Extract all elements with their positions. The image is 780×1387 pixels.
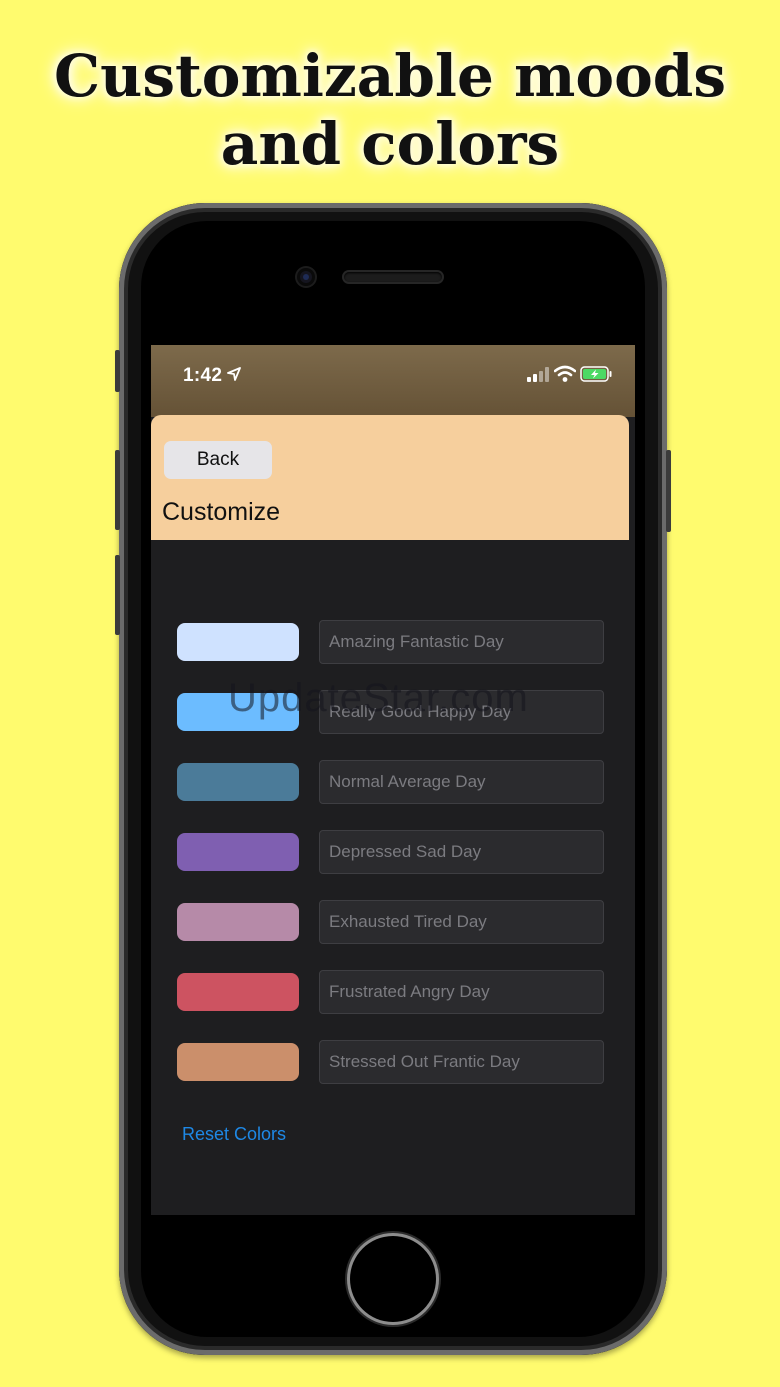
mood-name-input[interactable]	[319, 620, 604, 664]
mood-name-input[interactable]	[319, 690, 604, 734]
mood-name-input[interactable]	[319, 900, 604, 944]
mood-name-input[interactable]	[319, 760, 604, 804]
mood-list	[151, 620, 635, 1110]
mood-row	[151, 1040, 635, 1110]
location-arrow-icon	[227, 367, 241, 381]
promo-headline-line1: Customizable moods	[53, 42, 726, 110]
mood-row	[151, 970, 635, 1040]
promo-headline: Customizable moods and colors	[0, 42, 780, 178]
status-time: 1:42	[183, 365, 223, 386]
customize-header: Back Customize	[151, 415, 629, 540]
mood-row	[151, 760, 635, 830]
earpiece-speaker	[344, 272, 442, 282]
mood-row	[151, 830, 635, 900]
mood-color-swatch[interactable]	[177, 903, 299, 941]
wifi-icon	[554, 365, 576, 382]
mood-name-input[interactable]	[319, 1040, 604, 1084]
home-button[interactable]	[350, 1236, 436, 1322]
mood-name-input[interactable]	[319, 830, 604, 874]
front-camera	[297, 268, 315, 286]
page-title: Customize	[162, 498, 281, 526]
mood-row	[151, 900, 635, 970]
battery-charging-icon	[580, 366, 612, 382]
mood-color-swatch[interactable]	[177, 693, 299, 731]
reset-colors-button[interactable]: Reset Colors	[182, 1124, 286, 1145]
mood-color-swatch[interactable]	[177, 973, 299, 1011]
mood-row	[151, 620, 635, 690]
mood-color-swatch[interactable]	[177, 833, 299, 871]
promo-headline-line2: and colors	[220, 110, 560, 178]
mood-color-swatch[interactable]	[177, 623, 299, 661]
cellular-signal-icon	[527, 367, 549, 382]
volume-up-button	[115, 450, 120, 530]
status-bar: 1:42	[151, 345, 635, 417]
back-button[interactable]: Back	[164, 441, 272, 479]
power-button	[666, 450, 671, 532]
mute-switch	[115, 350, 120, 392]
mood-color-swatch[interactable]	[177, 763, 299, 801]
volume-down-button	[115, 555, 120, 635]
mood-row	[151, 690, 635, 760]
mood-color-swatch[interactable]	[177, 1043, 299, 1081]
app-screen: 1:42 Back Customize Reset Colors	[151, 345, 635, 1215]
mood-name-input[interactable]	[319, 970, 604, 1014]
